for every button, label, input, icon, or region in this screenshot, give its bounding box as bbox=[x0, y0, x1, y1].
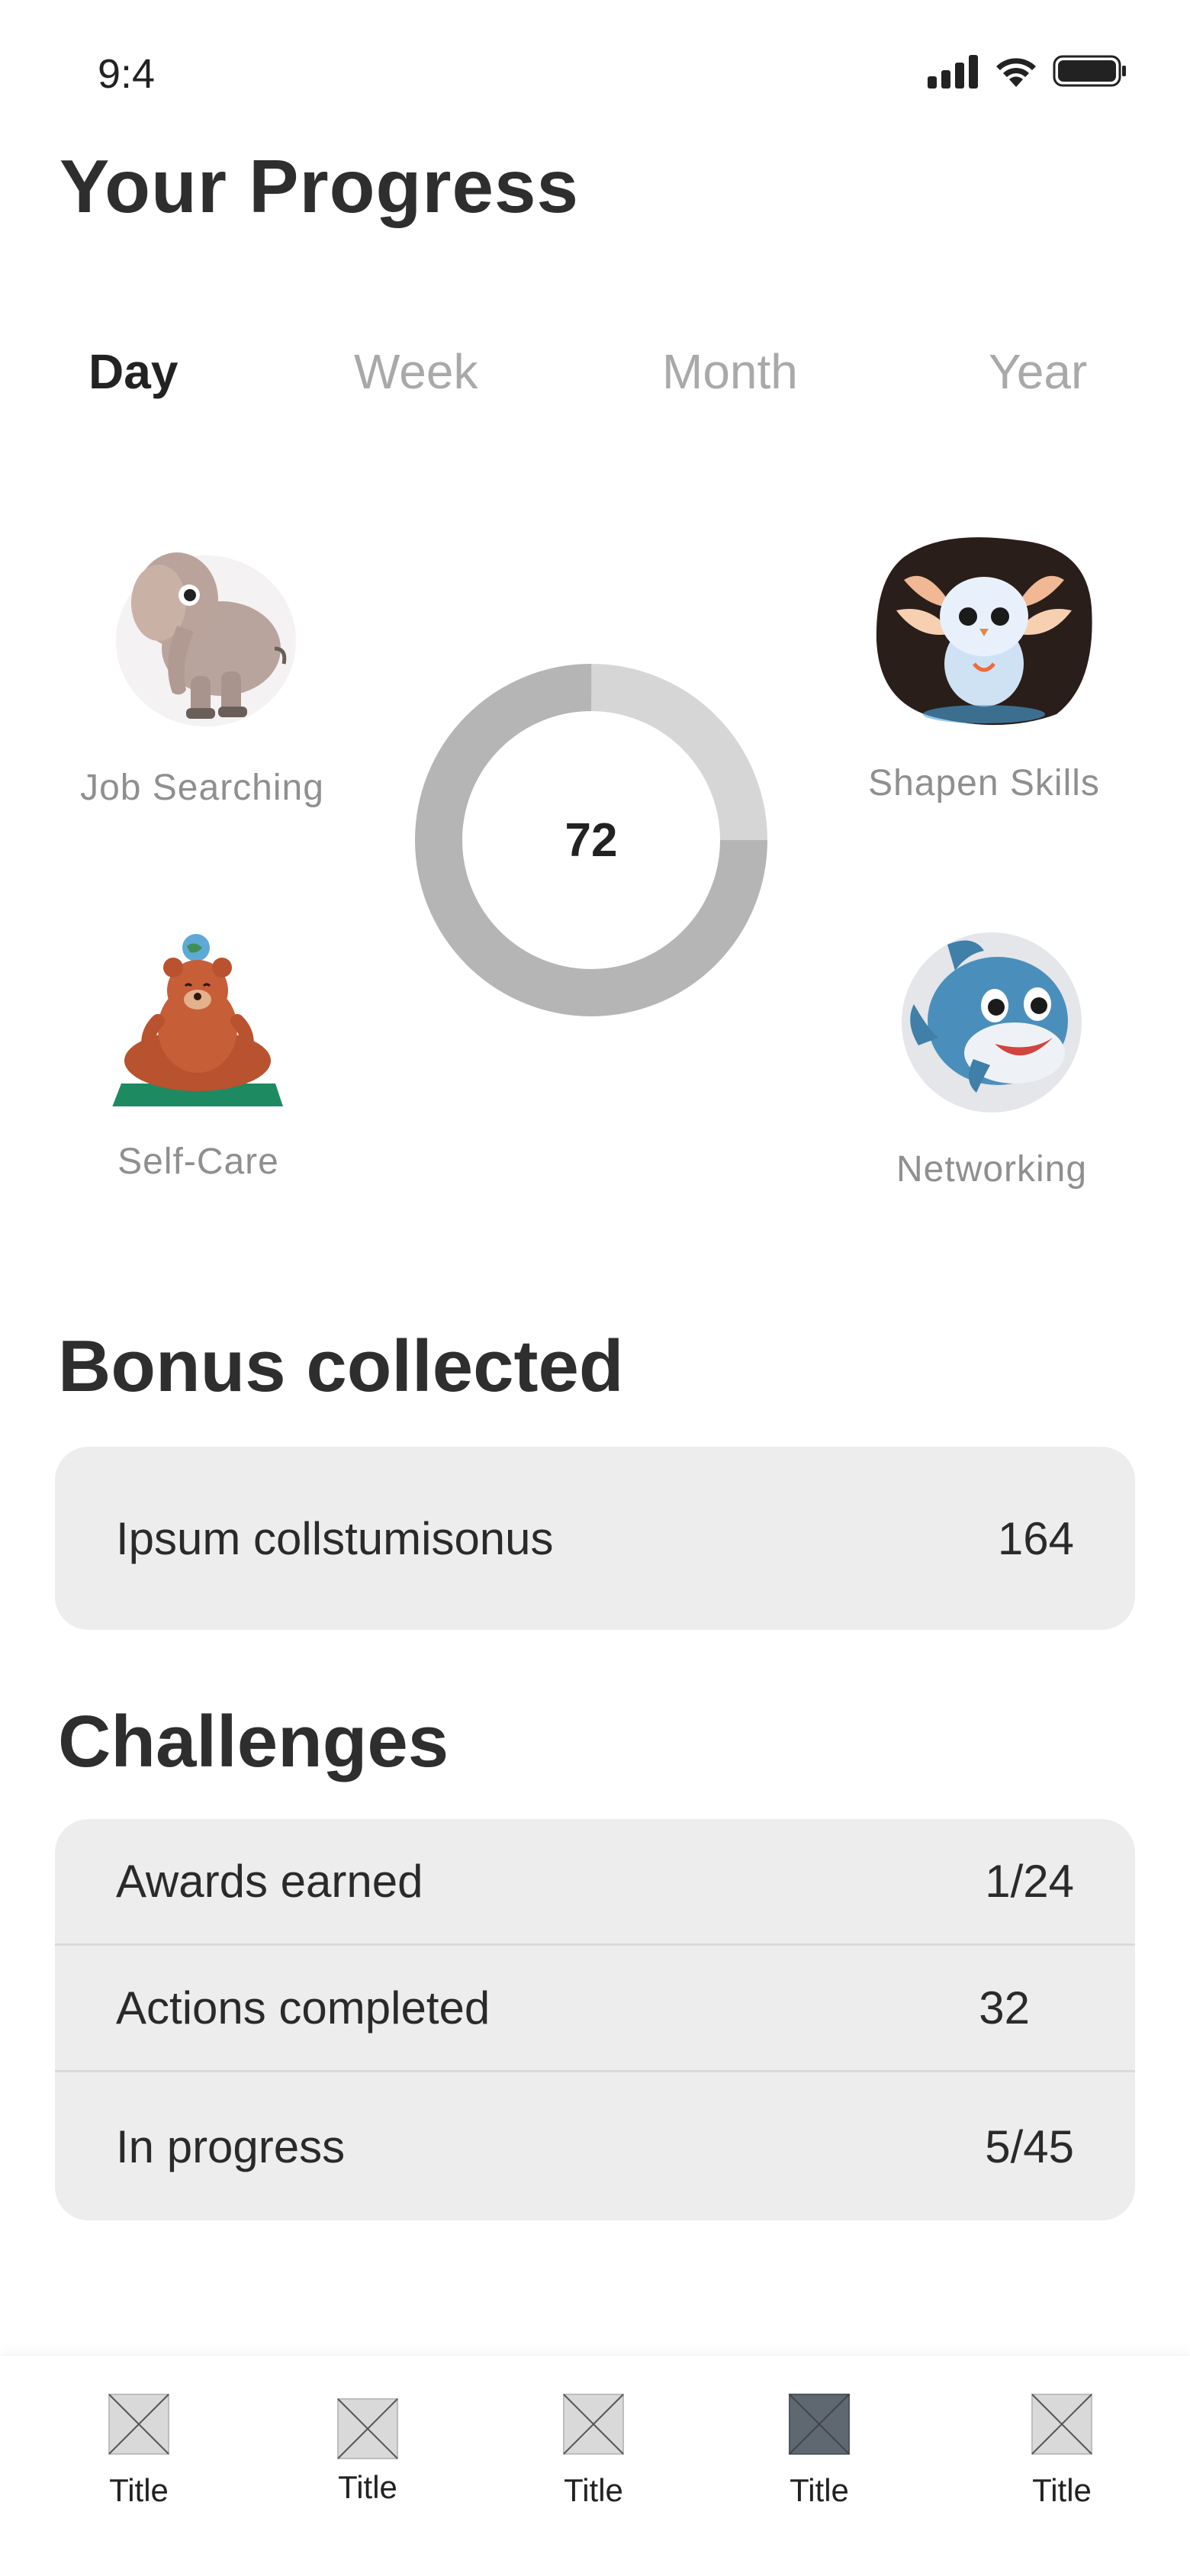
placeholder-image-icon bbox=[563, 2394, 624, 2455]
category-shapen-skills[interactable]: Shapen Skills bbox=[847, 534, 1121, 804]
category-label: Self-Care bbox=[117, 1141, 279, 1182]
placeholder-image-icon bbox=[337, 2398, 398, 2459]
bonus-row-value: 164 bbox=[997, 1512, 1074, 1564]
nav-item-3[interactable]: Title bbox=[517, 2394, 670, 2509]
bonus-section-title: Bonus collected bbox=[58, 1325, 624, 1407]
challenge-row-actions[interactable]: Actions completed 32 bbox=[55, 1946, 1135, 2072]
bonus-row[interactable]: Ipsum collstumisonus 164 bbox=[55, 1447, 1135, 1630]
tab-month[interactable]: Month bbox=[662, 343, 798, 400]
dolphin-illustration bbox=[902, 932, 1082, 1113]
tab-week[interactable]: Week bbox=[354, 343, 478, 400]
challenge-row-value: 32 bbox=[979, 1982, 1030, 2033]
battery-icon bbox=[1053, 55, 1126, 87]
challenge-row-value: 5/45 bbox=[985, 2120, 1074, 2172]
challenge-row-value: 1/24 bbox=[985, 1856, 1074, 1907]
nav-item-4-active[interactable]: Title bbox=[743, 2394, 896, 2509]
nav-label: Title bbox=[790, 2472, 849, 2508]
challenge-row-in-progress[interactable]: In progress 5/45 bbox=[55, 2072, 1135, 2220]
tab-day[interactable]: Day bbox=[88, 343, 178, 400]
challenge-row-label: Actions completed bbox=[116, 1982, 490, 2033]
nav-item-1[interactable]: Title bbox=[63, 2394, 215, 2509]
category-label: Shapen Skills bbox=[868, 763, 1100, 803]
status-bar: 9:4 bbox=[0, 0, 1190, 137]
bonus-row-label: Ipsum collstumisonus bbox=[116, 1512, 554, 1564]
wifi-icon bbox=[996, 58, 1036, 87]
category-self-care[interactable]: Self-Care bbox=[84, 931, 313, 1183]
glowing-owl-illustration bbox=[876, 537, 1092, 726]
category-networking[interactable]: Networking bbox=[862, 931, 1121, 1190]
page-title: Your Progress bbox=[60, 144, 580, 228]
bonus-card: Ipsum collstumisonus 164 bbox=[55, 1447, 1135, 1630]
nav-item-2[interactable]: Title bbox=[291, 2398, 444, 2506]
nav-item-5[interactable]: Title bbox=[986, 2394, 1138, 2509]
nav-label: Title bbox=[109, 2472, 169, 2508]
nav-label: Title bbox=[338, 2469, 397, 2505]
progress-value: 72 bbox=[564, 813, 618, 867]
category-job-searching[interactable]: Job Searching bbox=[53, 534, 351, 809]
progress-donut: 72 bbox=[412, 661, 770, 1019]
challenge-row-label: In progress bbox=[116, 2120, 346, 2172]
challenge-row-label: Awards earned bbox=[116, 1856, 423, 1907]
challenge-row-awards[interactable]: Awards earned 1/24 bbox=[55, 1819, 1135, 1946]
elephant-illustration bbox=[116, 552, 296, 726]
nav-label: Title bbox=[1032, 2472, 1092, 2508]
challenges-section-title: Challenges bbox=[58, 1701, 449, 1782]
signal-icon bbox=[928, 55, 978, 89]
bottom-nav: Title Title Title Title Title bbox=[0, 2355, 1190, 2576]
placeholder-image-icon bbox=[1031, 2394, 1092, 2455]
challenges-card: Awards earned 1/24 Actions completed 32 … bbox=[55, 1819, 1135, 2220]
period-tabs: Day Week Month Year bbox=[0, 343, 1190, 420]
status-icons bbox=[928, 53, 1127, 89]
tab-year[interactable]: Year bbox=[989, 343, 1087, 400]
placeholder-image-icon bbox=[108, 2394, 169, 2455]
category-label: Networking bbox=[896, 1149, 1088, 1190]
status-time: 9:4 bbox=[98, 51, 156, 97]
placeholder-image-icon bbox=[789, 2394, 850, 2455]
meditating-bear-illustration bbox=[111, 934, 285, 1111]
nav-label: Title bbox=[564, 2472, 623, 2508]
category-label: Job Searching bbox=[80, 768, 324, 808]
